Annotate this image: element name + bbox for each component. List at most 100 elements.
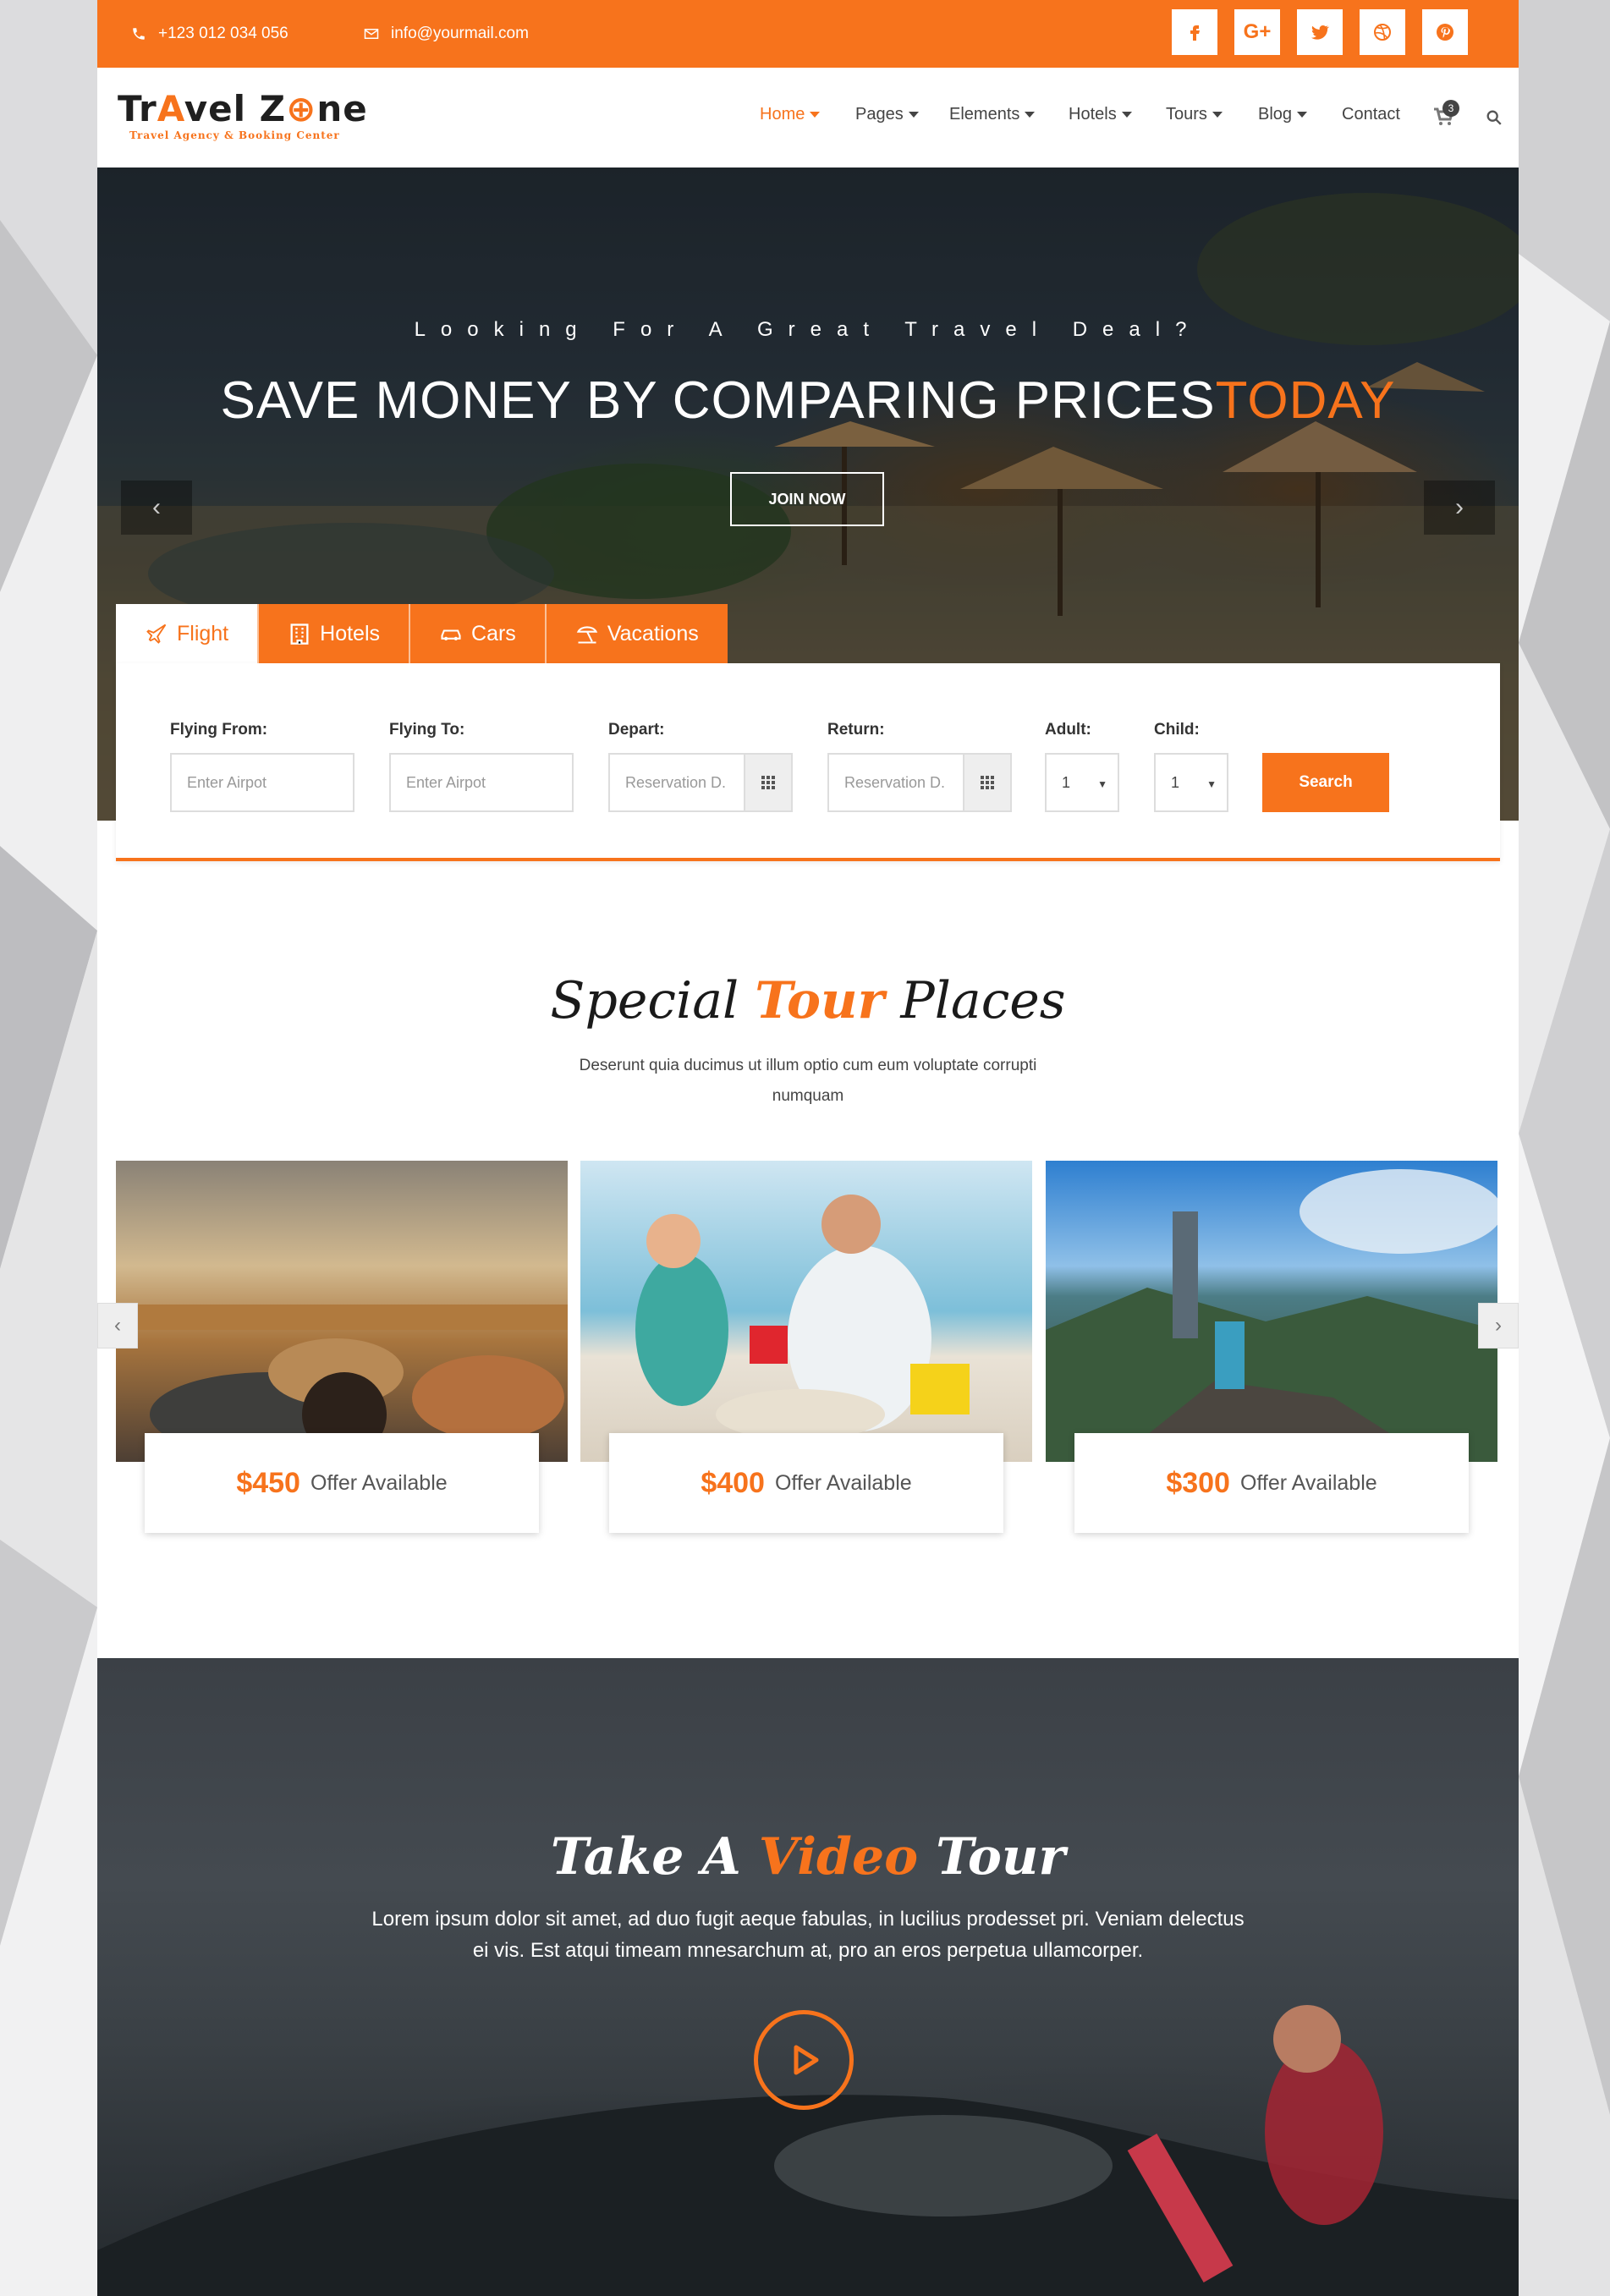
- title-part: Places: [900, 971, 1066, 1030]
- video-description: Lorem ipsum dolor sit amet, ad duo fugit…: [371, 1908, 1245, 1962]
- eiffel-tower-icon: A: [157, 88, 184, 129]
- hero-prev-arrow[interactable]: ‹: [121, 481, 192, 535]
- email-contact[interactable]: info@yourmail.com: [364, 0, 529, 68]
- tour-offer-card[interactable]: $400 Offer Available: [609, 1433, 1003, 1533]
- tab-flight[interactable]: Flight: [116, 604, 258, 663]
- building-icon: [290, 623, 309, 645]
- title-part: Tour: [936, 1827, 1066, 1887]
- carousel-prev-arrow[interactable]: ‹: [97, 1303, 138, 1348]
- section-subtitle-tours: Deserunt quia ducimus ut illum optio cum…: [579, 1057, 1037, 1105]
- phone-contact[interactable]: +123 012 034 056: [131, 0, 288, 68]
- offer-price: $400: [701, 1466, 765, 1499]
- twitter-button[interactable]: [1297, 9, 1343, 55]
- nav-label: Tours: [1166, 105, 1207, 124]
- adult-select[interactable]: 1 ▼: [1045, 753, 1119, 812]
- video-tour-section: Take A Video Tour Lorem ipsum dolor sit …: [97, 1658, 1519, 2296]
- nav-label: Pages: [855, 105, 904, 124]
- hero-title-highlight: TODAY: [1215, 371, 1396, 430]
- desert-photo: [116, 1161, 568, 1462]
- calendar-grid-icon: [981, 776, 994, 789]
- nav-tours[interactable]: Tours: [1166, 105, 1223, 124]
- nav-label: Contact: [1342, 105, 1400, 124]
- hero-next-arrow[interactable]: ›: [1424, 481, 1495, 535]
- play-video-button[interactable]: [754, 2010, 854, 2110]
- tour-offer-card[interactable]: $450 Offer Available: [145, 1433, 539, 1533]
- tour-offer-card[interactable]: $300 Offer Available: [1074, 1433, 1469, 1533]
- offer-text: Offer Available: [310, 1470, 448, 1495]
- flying-from-label: Flying From:: [170, 721, 268, 739]
- child-select[interactable]: 1 ▼: [1154, 753, 1228, 812]
- dropdown-arrow-icon: ▼: [1097, 778, 1107, 790]
- title-part: Take A: [550, 1827, 741, 1887]
- tab-hotels[interactable]: Hotels: [257, 604, 409, 663]
- caret-down-icon: [810, 112, 821, 118]
- globe-icon: ⊕: [286, 88, 317, 129]
- hero-title: SAVE MONEY BY COMPARING PRICESTODAY: [97, 371, 1519, 431]
- email-text: info@yourmail.com: [391, 25, 529, 42]
- nav-label: Blog: [1258, 105, 1293, 124]
- twitter-icon: [1311, 25, 1330, 40]
- placeholder: Enter Airpot: [406, 773, 486, 791]
- beach-photo: [580, 1161, 1032, 1462]
- depart-date-input[interactable]: Reservation D.: [608, 753, 793, 812]
- nav-contact[interactable]: Contact: [1342, 105, 1400, 124]
- title-highlight: Video: [758, 1827, 919, 1887]
- caret-down-icon: [1025, 112, 1036, 118]
- nav-elements[interactable]: Elements: [949, 105, 1036, 124]
- flying-from-input[interactable]: Enter Airpot: [170, 753, 354, 812]
- facebook-button[interactable]: [1172, 9, 1217, 55]
- nav-blog[interactable]: Blog: [1258, 105, 1308, 124]
- offer-text: Offer Available: [1239, 1470, 1377, 1495]
- flight-search-form: Flying From: Enter Airpot Flying To: Ent…: [116, 663, 1500, 861]
- caret-down-icon: [1212, 112, 1223, 118]
- tab-vacations[interactable]: Vacations: [544, 604, 728, 663]
- logo[interactable]: TrAvel Z⊕ne Travel Agency & Booking Cent…: [118, 88, 368, 142]
- phone-icon: [133, 28, 145, 40]
- join-now-button[interactable]: JOIN NOW: [730, 472, 884, 526]
- child-label: Child:: [1154, 721, 1200, 739]
- search-button[interactable]: Search: [1262, 753, 1389, 812]
- caret-down-icon: [908, 112, 919, 118]
- calendar-button[interactable]: [744, 755, 791, 810]
- tab-cars[interactable]: Cars: [409, 604, 545, 663]
- cart-count-badge: 3: [1442, 100, 1459, 117]
- hero-title-main: SAVE MONEY BY COMPARING PRICES: [220, 371, 1216, 430]
- logo-title-part: ne: [316, 88, 368, 129]
- depart-label: Depart:: [608, 721, 665, 739]
- logo-title-part: vel Z: [184, 88, 287, 129]
- nav-pages[interactable]: Pages: [855, 105, 919, 124]
- pinterest-icon: [1437, 24, 1453, 41]
- nav-label: Home: [760, 105, 805, 124]
- google-plus-icon: G+: [1243, 20, 1272, 43]
- search-tabs: Flight Hotels Cars Vacations: [116, 604, 728, 663]
- calendar-grid-icon: [761, 776, 775, 789]
- hero-pretitle: Looking For A Great Travel Deal?: [414, 318, 1202, 341]
- return-label: Return:: [827, 721, 885, 739]
- tab-label: Cars: [471, 621, 516, 645]
- envelope-icon: [364, 29, 379, 39]
- title-part: Special: [550, 971, 739, 1030]
- search-icon[interactable]: [1485, 108, 1503, 127]
- dribbble-button[interactable]: [1360, 9, 1405, 55]
- offer-price: $300: [1166, 1466, 1230, 1499]
- facebook-icon: [1190, 25, 1200, 41]
- calendar-button[interactable]: [963, 755, 1010, 810]
- tab-label: Hotels: [320, 621, 381, 645]
- nav-hotels[interactable]: Hotels: [1069, 105, 1132, 124]
- adult-label: Adult:: [1045, 721, 1091, 739]
- carousel-next-arrow[interactable]: ›: [1478, 1303, 1519, 1348]
- return-date-input[interactable]: Reservation D.: [827, 753, 1012, 812]
- offer-price: $450: [236, 1466, 300, 1499]
- logo-subtitle: Travel Agency & Booking Center: [129, 129, 340, 141]
- google-plus-button[interactable]: G+: [1234, 9, 1280, 55]
- tour-image-mountain[interactable]: [1046, 1161, 1497, 1462]
- tour-image-beach[interactable]: [580, 1161, 1032, 1462]
- caret-down-icon: [1297, 112, 1308, 118]
- pinterest-button[interactable]: [1422, 9, 1468, 55]
- flying-to-input[interactable]: Enter Airpot: [389, 753, 574, 812]
- car-icon: [441, 629, 461, 640]
- tab-label: Flight: [177, 621, 229, 645]
- nav-home[interactable]: Home: [760, 105, 821, 124]
- section-title-video: Take A Video Tour: [97, 1827, 1519, 1887]
- tour-image-desert[interactable]: [116, 1161, 568, 1462]
